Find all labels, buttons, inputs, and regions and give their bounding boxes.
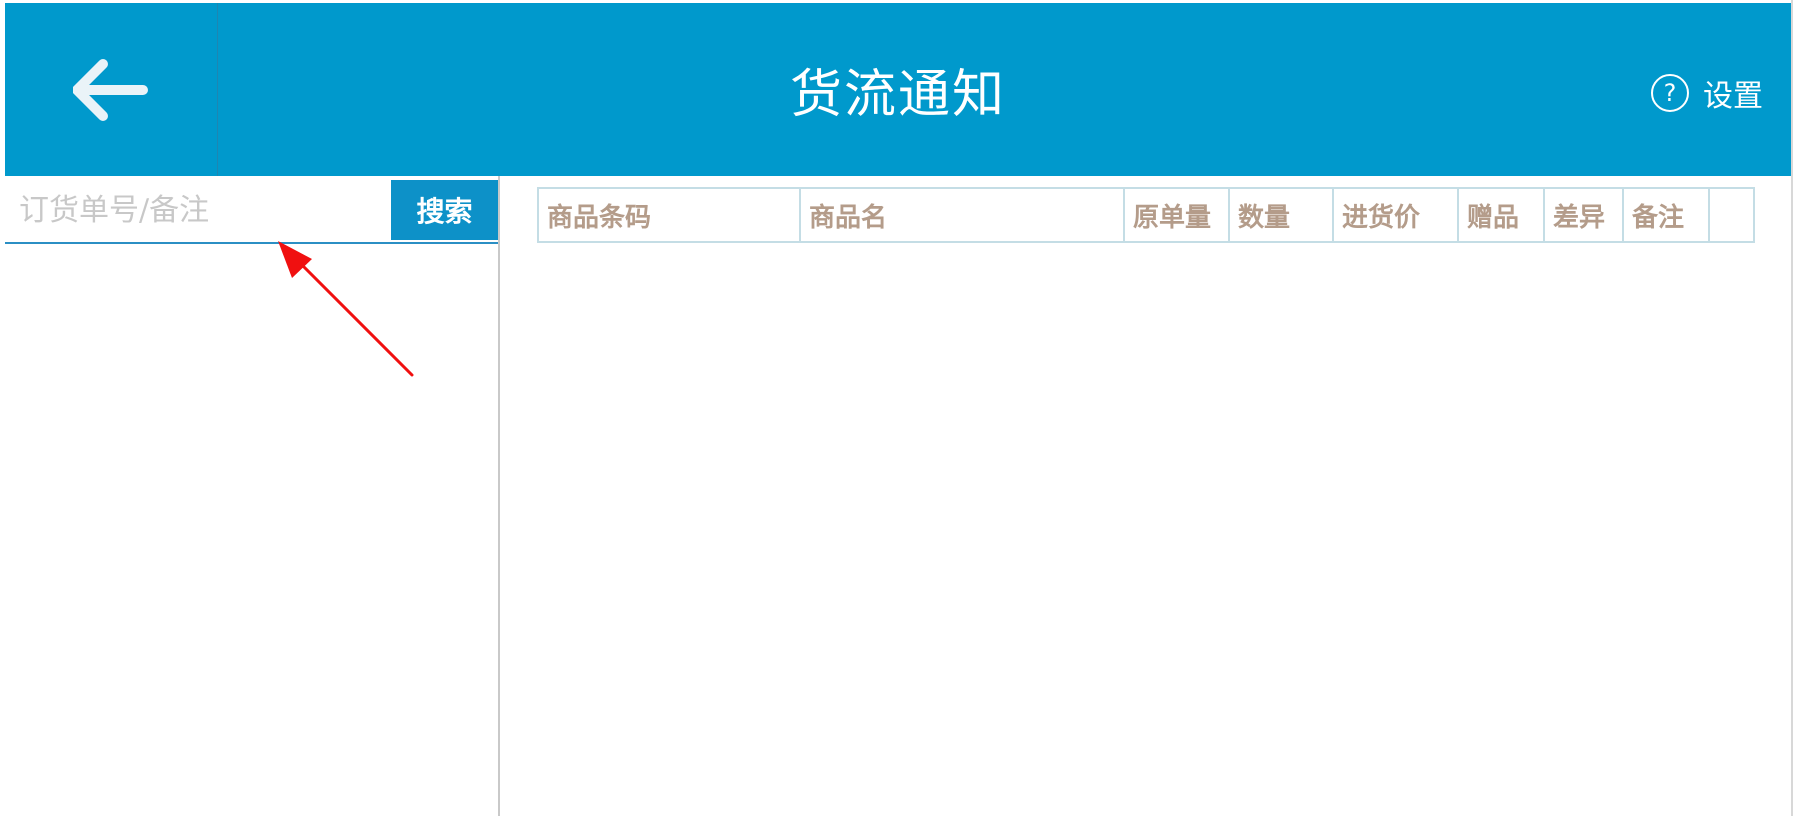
column-header-purchase-price[interactable]: 进货价	[1333, 188, 1459, 242]
column-header-extra	[1709, 188, 1754, 242]
table-header-row: 商品条码 商品名 原单量 数量 进货价 赠品 差异 备注	[538, 188, 1754, 242]
column-header-difference[interactable]: 差异	[1544, 188, 1624, 242]
page-title: 货流通知	[789, 65, 1006, 125]
column-header-original-quantity[interactable]: 原单量	[1124, 188, 1230, 242]
column-header-barcode[interactable]: 商品条码	[538, 188, 801, 242]
right-window-edge	[1791, 0, 1801, 816]
goods-table: 商品条码 商品名 原单量 数量 进货价 赠品 差异 备注	[537, 187, 1755, 243]
order-list-panel: 搜索	[5, 176, 500, 816]
column-header-gift[interactable]: 赠品	[1458, 188, 1545, 242]
arrow-left-icon	[73, 58, 148, 121]
column-header-remark[interactable]: 备注	[1623, 188, 1710, 242]
search-button[interactable]: 搜索	[391, 180, 498, 240]
search-bar: 搜索	[5, 180, 498, 244]
back-button[interactable]	[5, 3, 218, 176]
question-circle-icon: ?	[1651, 74, 1689, 112]
column-header-product-name[interactable]: 商品名	[800, 188, 1125, 242]
settings-button[interactable]: ? 设置	[1651, 71, 1763, 115]
column-header-quantity[interactable]: 数量	[1229, 188, 1334, 242]
settings-label: 设置	[1703, 79, 1763, 114]
red-arrow-annotation	[278, 241, 414, 377]
search-input[interactable]	[5, 180, 388, 240]
header-bar: 货流通知 ? 设置	[5, 3, 1791, 176]
